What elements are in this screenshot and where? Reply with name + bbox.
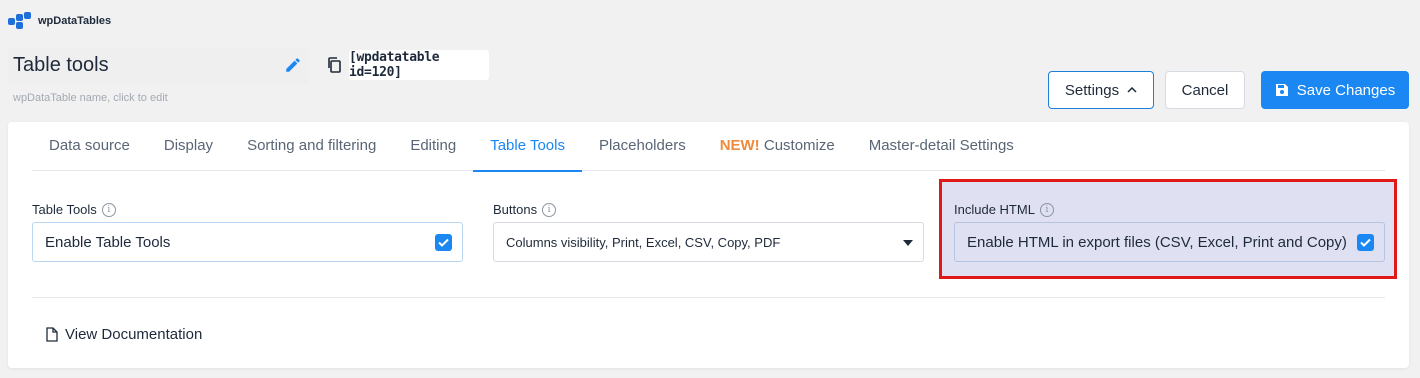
include-html-value: Enable HTML in export files (CSV, Excel,… <box>967 233 1347 251</box>
checkbox-icon[interactable] <box>435 234 452 251</box>
logo-icon <box>8 12 32 30</box>
logo-text: wpDataTables <box>38 15 112 27</box>
info-icon[interactable]: i <box>1039 202 1054 217</box>
tab-placeholders[interactable]: Placeholders <box>582 122 703 171</box>
cancel-button[interactable]: Cancel <box>1165 71 1245 109</box>
table-name-hint: wpDataTable name, click to edit <box>13 92 168 104</box>
tab-editing[interactable]: Editing <box>393 122 473 171</box>
divider <box>32 297 1385 298</box>
include-html-label: Include HTML i <box>954 202 1054 217</box>
cancel-label: Cancel <box>1181 81 1229 99</box>
checkbox-icon[interactable] <box>1357 234 1374 251</box>
app-logo: wpDataTables <box>8 12 111 30</box>
table-tools-label: Table Tools i <box>32 202 116 217</box>
tab-sorting-filtering[interactable]: Sorting and filtering <box>230 122 393 171</box>
save-changes-button[interactable]: Save Changes <box>1261 71 1409 109</box>
buttons-label: Buttons i <box>493 202 557 217</box>
info-icon[interactable]: i <box>542 202 557 217</box>
tab-table-tools[interactable]: Table Tools <box>473 122 582 172</box>
settings-tabs: Data source Display Sorting and filterin… <box>32 122 1385 172</box>
tab-display[interactable]: Display <box>147 122 230 171</box>
new-badge: NEW! <box>719 137 760 154</box>
pencil-icon[interactable] <box>284 56 302 74</box>
settings-button[interactable]: Settings <box>1048 71 1154 109</box>
save-label: Save Changes <box>1296 81 1396 99</box>
table-tools-value: Enable Table Tools <box>45 233 171 251</box>
table-tools-toggle[interactable]: Enable Table Tools <box>32 222 463 262</box>
include-html-highlight: Include HTML i Enable HTML in export fil… <box>939 179 1397 279</box>
document-icon <box>46 327 58 342</box>
settings-label: Settings <box>1064 81 1120 99</box>
tab-master-detail[interactable]: Master-detail Settings <box>852 122 1031 171</box>
copy-icon <box>328 57 341 73</box>
view-documentation-link[interactable]: View Documentation <box>46 326 202 343</box>
settings-panel: Data source Display Sorting and filterin… <box>8 122 1409 368</box>
chevron-up-icon <box>1127 87 1137 93</box>
caret-down-icon <box>903 240 913 246</box>
buttons-select[interactable]: Columns visibility, Print, Excel, CSV, C… <box>493 222 924 262</box>
table-name-field[interactable]: Table tools <box>8 47 308 85</box>
copy-shortcode-button[interactable] <box>322 52 346 78</box>
save-icon <box>1275 84 1288 96</box>
include-html-toggle[interactable]: Enable HTML in export files (CSV, Excel,… <box>954 222 1385 262</box>
tab-data-source[interactable]: Data source <box>32 122 147 171</box>
tab-customize[interactable]: NEW! Customize <box>703 122 852 171</box>
info-icon[interactable]: i <box>101 202 116 217</box>
shortcode-display: [wpdatatable id=120] <box>349 50 489 80</box>
table-name[interactable]: Table tools <box>13 54 109 77</box>
buttons-select-value: Columns visibility, Print, Excel, CSV, C… <box>506 234 781 250</box>
